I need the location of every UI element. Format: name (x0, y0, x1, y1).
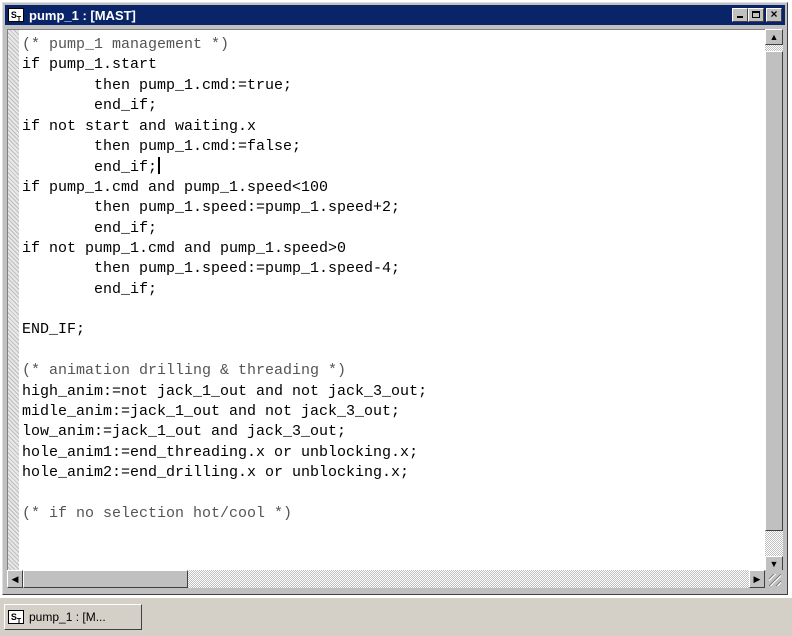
code-line: if pump_1.start (22, 56, 158, 74)
structured-text-icon: ST (8, 610, 24, 625)
minimize-button[interactable] (732, 8, 748, 22)
text-caret (158, 157, 161, 175)
code-comment-line: (* pump_1 management *) (22, 36, 230, 53)
maximize-icon (752, 11, 760, 18)
code-line: then pump_1.speed:=pump_1.speed+2; (22, 199, 401, 217)
resize-grip-icon[interactable] (765, 570, 783, 588)
code-line: if not start and waiting.x (22, 117, 257, 135)
editor-window: ST pump_1 : [MAST] × (* pump_1 managemen… (2, 2, 788, 595)
window-controls: × (732, 7, 782, 22)
taskbar-window-label: pump_1 : [M... (29, 610, 106, 624)
code-line: hole_anim1:=end_threading.x or unblockin… (22, 443, 419, 461)
code-line: then pump_1.speed:=pump_1.speed-4; (22, 260, 401, 278)
code-line: high_anim:=not jack_1_out and not jack_3… (22, 382, 428, 400)
scroll-right-button[interactable]: ▶ (749, 570, 765, 588)
close-icon: × (770, 7, 778, 21)
arrow-up-icon: ▲ (769, 32, 779, 42)
mdi-taskbar: ST pump_1 : [M... (0, 597, 792, 636)
code-text[interactable]: (* pump_1 management *) if pump_1.start t… (22, 35, 427, 524)
code-comment-line: (* animation drilling & threading *) (22, 362, 347, 380)
horizontal-scrollbar[interactable]: ◀ ▶ (7, 570, 765, 588)
code-comment-line: (* if no selection hot/cool *) (22, 504, 293, 522)
taskbar-window-button[interactable]: ST pump_1 : [M... (4, 604, 142, 630)
code-line: if pump_1.cmd and pump_1.speed<100 (22, 178, 329, 196)
code-line: midle_anim:=jack_1_out and not jack_3_ou… (22, 403, 401, 421)
vertical-scrollbar[interactable]: ▲ ▼ (765, 29, 783, 572)
arrow-right-icon: ▶ (753, 574, 761, 584)
arrow-left-icon: ◀ (11, 574, 19, 584)
code-line: hole_anim2:=end_drilling.x or unblocking… (22, 464, 410, 482)
code-line: end_if; (22, 280, 158, 298)
code-line: END_IF; (22, 321, 86, 339)
horizontal-scroll-thumb[interactable] (23, 570, 188, 588)
scroll-left-button[interactable]: ◀ (7, 570, 23, 588)
code-line: end_if; (22, 157, 427, 177)
code-line: if not pump_1.cmd and pump_1.speed>0 (22, 239, 347, 257)
editor-gutter (8, 30, 19, 572)
code-line: end_if; (22, 97, 158, 115)
code-line: then pump_1.cmd:=true; (22, 76, 293, 94)
vertical-scroll-thumb[interactable] (765, 51, 783, 531)
scroll-up-button[interactable]: ▲ (765, 29, 783, 45)
structured-text-icon[interactable]: ST (8, 8, 24, 23)
maximize-button[interactable] (748, 8, 764, 22)
code-line: low_anim:=jack_1_out and jack_3_out; (22, 423, 347, 441)
arrow-down-icon: ▼ (769, 559, 779, 569)
code-line: then pump_1.cmd:=false; (22, 137, 302, 155)
title-bar[interactable]: ST pump_1 : [MAST] × (5, 5, 785, 25)
minimize-icon (737, 16, 743, 18)
window-title: pump_1 : [MAST] (29, 7, 136, 23)
code-editor[interactable]: (* pump_1 management *) if pump_1.start t… (7, 29, 765, 572)
close-button[interactable]: × (766, 7, 782, 22)
code-line: end_if; (22, 219, 158, 237)
